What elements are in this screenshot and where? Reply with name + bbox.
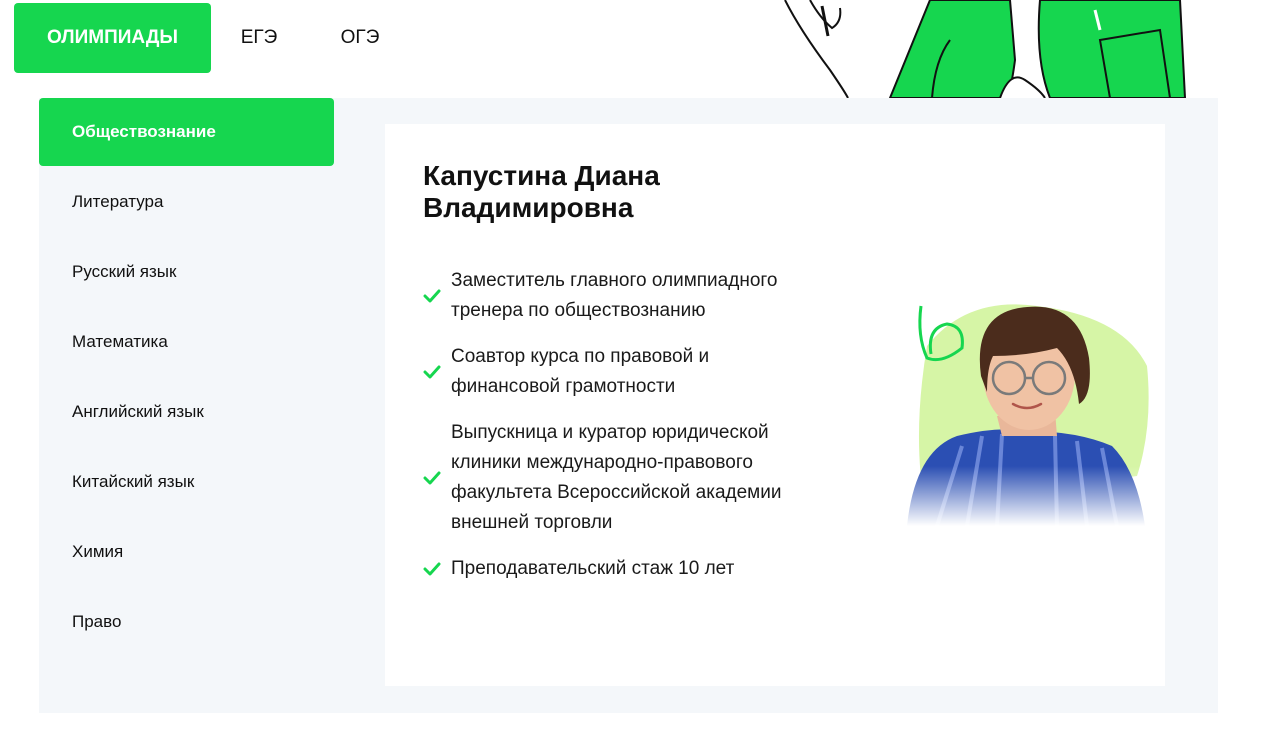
check-icon — [423, 562, 441, 576]
hands-illustration — [784, 0, 1187, 98]
sidebar-item-english[interactable]: Английский язык — [39, 378, 334, 446]
sidebar-item-math[interactable]: Математика — [39, 308, 334, 376]
fact-text: Соавтор курса по правовой и финансовой г… — [451, 346, 710, 397]
fact-text: Выпускница и куратор юридической клиники… — [451, 422, 782, 533]
list-item: Выпускница и куратор юридической клиники… — [423, 418, 803, 538]
teacher-name-line2: Владимировна — [423, 192, 634, 223]
exam-type-tabs: ОЛИМПИАДЫ ЕГЭ ОГЭ — [14, 3, 413, 73]
sidebar-item-social-studies[interactable]: Обществознание — [39, 98, 334, 166]
check-icon — [423, 365, 441, 379]
tab-oge[interactable]: ОГЭ — [307, 3, 413, 73]
subjects-sidebar: Обществознание Литература Русский язык М… — [39, 98, 334, 658]
sidebar-item-russian[interactable]: Русский язык — [39, 238, 334, 306]
sidebar-item-literature[interactable]: Литература — [39, 168, 334, 236]
teacher-name: Капустина Диана Владимировна — [423, 160, 783, 224]
sidebar-item-chemistry[interactable]: Химия — [39, 518, 334, 586]
tab-olympiads[interactable]: ОЛИМПИАДЫ — [14, 3, 211, 73]
fact-text: Преподавательский стаж 10 лет — [451, 558, 735, 579]
list-item: Преподавательский стаж 10 лет — [423, 554, 803, 584]
tab-ege[interactable]: ЕГЭ — [211, 3, 307, 73]
teacher-card: Капустина Диана Владимировна Заместитель… — [385, 124, 1165, 686]
sidebar-item-law[interactable]: Право — [39, 588, 334, 656]
subjects-panel: Обществознание Литература Русский язык М… — [39, 98, 1218, 713]
list-item: Заместитель главного олимпиадного тренер… — [423, 266, 803, 326]
check-icon — [423, 471, 441, 485]
sidebar-item-chinese[interactable]: Китайский язык — [39, 448, 334, 516]
teacher-photo — [907, 286, 1153, 526]
check-icon — [423, 289, 441, 303]
teacher-facts-list: Заместитель главного олимпиадного тренер… — [423, 266, 803, 600]
teacher-name-line1: Капустина Диана — [423, 160, 660, 191]
list-item: Соавтор курса по правовой и финансовой г… — [423, 342, 803, 402]
fact-text: Заместитель главного олимпиадного тренер… — [451, 270, 778, 321]
